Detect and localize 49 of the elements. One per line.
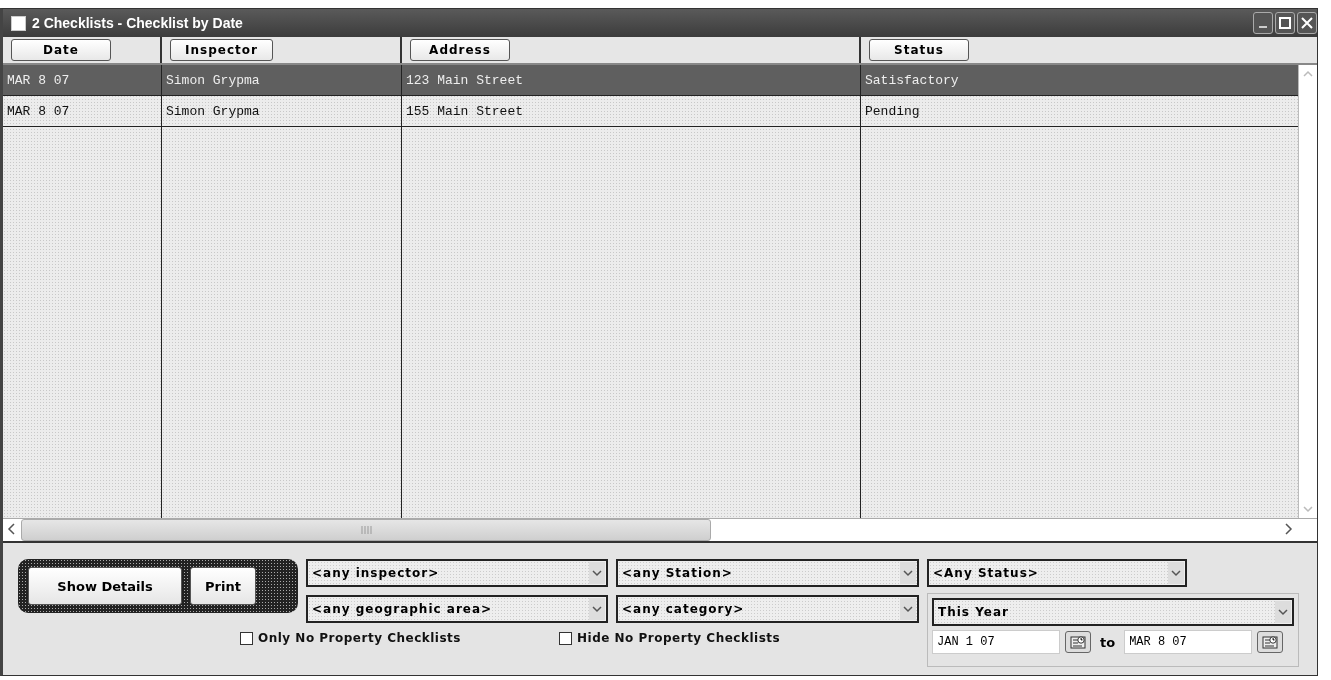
table-cell: 155 Main Street: [402, 96, 861, 126]
close-icon: [1301, 17, 1313, 29]
maximize-icon: [1279, 17, 1291, 29]
caret-icon: [903, 605, 913, 613]
table-cell: 123 Main Street: [402, 65, 861, 95]
caret-icon: [592, 569, 602, 577]
caret-icon: [1171, 569, 1181, 577]
date-field[interactable]: MAR 8 07: [1124, 630, 1253, 654]
horizontal-scrollbar[interactable]: [3, 518, 1317, 543]
maximize-button[interactable]: [1275, 12, 1295, 34]
table-cell-text: Pending: [864, 102, 921, 121]
grip-icon: [360, 526, 372, 534]
table-row[interactable]: MAR 8 07 Simon Grypma 123 Main Street Satisfactory: [3, 65, 1298, 96]
checkbox[interactable]: Only No Property Checklists: [240, 631, 461, 645]
checkbox[interactable]: Hide No Property Checklists: [559, 631, 781, 645]
table-cell: MAR 8 07: [3, 96, 162, 126]
column-header-button[interactable]: Date: [11, 39, 111, 61]
calendar-icon: [1070, 634, 1086, 650]
calendar-button[interactable]: [1065, 631, 1091, 653]
minimize-icon: [1259, 26, 1267, 28]
range-label: to: [1099, 634, 1117, 650]
caret-icon: [903, 569, 913, 577]
dropdown[interactable]: <any Station>: [616, 559, 919, 587]
show-details-button[interactable]: Show Details: [28, 567, 182, 605]
date-field[interactable]: JAN 1 07: [932, 630, 1060, 654]
close-button[interactable]: [1297, 12, 1317, 34]
column-header-button[interactable]: Status: [869, 39, 969, 61]
table-row[interactable]: MAR 8 07 Simon Grypma 155 Main Street Pending: [3, 96, 1298, 127]
dropdown[interactable]: <any inspector>: [306, 559, 608, 587]
vertical-scrollbar[interactable]: [1298, 65, 1317, 518]
dropdown[interactable]: <any geographic area>: [306, 595, 608, 623]
table-cell: Simon Grypma: [162, 96, 402, 126]
table-cell: MAR 8 07: [3, 65, 162, 95]
window-icon: [11, 15, 26, 31]
dropdown[interactable]: <any category>: [616, 595, 919, 623]
caret-icon: [1278, 608, 1288, 616]
minimize-button[interactable]: [1253, 12, 1273, 34]
dropdown[interactable]: This Year: [932, 598, 1294, 626]
column-header-button[interactable]: Inspector: [170, 39, 273, 61]
column-header-button[interactable]: Address: [410, 39, 510, 61]
window-title: 2 Checklists - Checklist by Date: [32, 15, 244, 31]
dropdown[interactable]: <Any Status>: [927, 559, 1187, 587]
caret-icon: [592, 605, 602, 613]
print-button[interactable]: Print: [190, 567, 256, 605]
calendar-icon: [1262, 634, 1279, 650]
table-cell: Simon Grypma: [162, 65, 402, 95]
calendar-button[interactable]: [1257, 631, 1284, 653]
scrollbar-thumb[interactable]: [21, 519, 711, 541]
table-cell-text: Satisfactory: [864, 71, 960, 90]
